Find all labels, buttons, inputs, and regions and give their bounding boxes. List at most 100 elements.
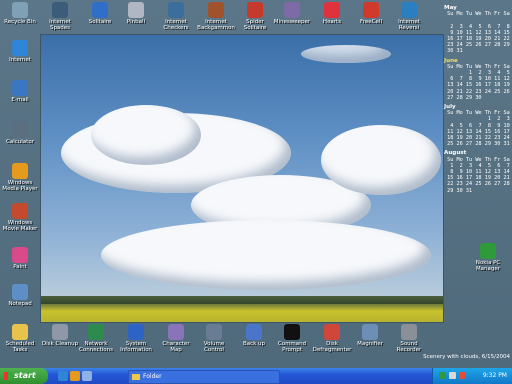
recycle-bin-icon — [12, 2, 28, 18]
magnifier-shortcut[interactable]: Magnifier — [350, 324, 390, 347]
reversi-shortcut[interactable]: Internet Reversi — [389, 2, 429, 31]
shortcut-label: Volume Control — [203, 341, 225, 353]
calendar-day — [500, 48, 509, 54]
system-info-shortcut[interactable]: System Information — [116, 324, 156, 353]
shortcut-label: Paint — [13, 264, 27, 270]
calendar-month: May Su Mo Tu We Th Fr Sa 2 3 4 5 6 7 8 9 10 11 12 13 14 15 16… — [444, 5, 510, 55]
scheduled-tasks-shortcut[interactable]: Scheduled Tasks — [0, 324, 40, 353]
calendar-day: 28 — [456, 94, 463, 101]
minesweeper-icon — [284, 2, 300, 18]
pinball-icon — [128, 2, 144, 18]
media-player-quicklaunch-icon[interactable] — [70, 371, 80, 381]
calendar-day: 27 — [447, 94, 454, 101]
internet-explorer-icon — [12, 40, 28, 56]
email-shortcut[interactable]: E-mail — [0, 80, 40, 103]
defragmenter-icon — [324, 324, 340, 340]
cloud — [91, 105, 201, 165]
folder-icon — [132, 374, 140, 380]
shortcut-label: Minesweeper — [273, 19, 311, 25]
movie-maker-icon — [12, 203, 28, 219]
start-button[interactable]: start — [0, 368, 48, 384]
windows-flag-icon — [4, 372, 12, 380]
ie-quicklaunch-icon[interactable] — [58, 371, 68, 381]
command-prompt-shortcut[interactable]: Command Prompt — [272, 324, 312, 353]
calendar-week-row: 30 31 — [444, 48, 510, 54]
calculator-shortcut[interactable]: Calculator — [0, 122, 40, 145]
calendar-day: 31 — [503, 141, 510, 148]
network-icon — [88, 324, 104, 340]
calendar-day: 26 — [456, 141, 463, 148]
clock[interactable]: 9:32 PM — [483, 368, 507, 384]
shortcut-label: System Information — [120, 341, 152, 353]
desktop-calendar: May Su Mo Tu We Th Fr Sa 2 3 4 5 6 7 8 9 10 11 12 13 14 15 16… — [444, 2, 510, 194]
cloud — [101, 220, 431, 290]
calendar-month: August Su Mo Tu We Th Fr Sa 1 2 3 4 5 6 7 8 9 10 11 12 13 14 1… — [444, 150, 510, 193]
character-map-shortcut[interactable]: Character Map — [156, 324, 196, 353]
calendar-day — [463, 48, 472, 54]
shortcut-label: Windows Media Player — [2, 180, 38, 192]
shortcut-label: Character Map — [162, 341, 190, 353]
email-icon — [12, 80, 28, 96]
calendar-day: 30 — [494, 141, 501, 148]
command-prompt-icon — [284, 324, 300, 340]
nokia-pc-manager-shortcut[interactable]: Nokia PC Manager — [468, 243, 508, 272]
movie-maker-shortcut[interactable]: Windows Movie Maker — [0, 203, 40, 232]
calendar-day: 28 — [475, 141, 482, 148]
paint-icon — [12, 247, 28, 263]
solitaire-icon — [92, 2, 108, 18]
show-desktop-icon[interactable] — [82, 371, 92, 381]
calendar-day — [500, 188, 509, 194]
paint-shortcut[interactable]: Paint — [0, 247, 40, 270]
shortcut-label: Disk Cleanup — [41, 341, 79, 347]
pinball-shortcut[interactable]: Pinball — [116, 2, 156, 25]
shortcut-label: Back up — [242, 341, 266, 347]
security-tray-icon[interactable] — [459, 372, 466, 379]
sound-recorder-icon — [401, 324, 417, 340]
calendar-day: 30 — [475, 94, 482, 101]
notepad-shortcut[interactable]: Notepad — [0, 284, 40, 307]
shortcut-label: Solitaire — [88, 19, 112, 25]
checkers-shortcut[interactable]: Internet Checkers — [156, 2, 196, 31]
shortcut-label: Recycle Bin — [4, 19, 36, 25]
hearts-shortcut[interactable]: Hearts — [312, 2, 352, 25]
spades-shortcut[interactable]: Internet Spades — [40, 2, 80, 31]
backgammon-icon — [208, 2, 224, 18]
calculator-icon — [12, 122, 28, 138]
internet-explorer-shortcut[interactable]: Internet — [0, 40, 40, 63]
volume-tray-icon[interactable] — [449, 372, 456, 379]
solitaire-shortcut[interactable]: Solitaire — [80, 2, 120, 25]
calendar-day — [472, 188, 481, 194]
shortcut-label: Windows Movie Maker — [2, 220, 38, 232]
minesweeper-shortcut[interactable]: Minesweeper — [272, 2, 312, 25]
defragmenter-shortcut[interactable]: Disk Defragmenter — [312, 324, 352, 353]
backup-shortcut[interactable]: Back up — [234, 324, 274, 347]
nokia-pc-manager-icon — [480, 243, 496, 259]
calendar-day: 30 — [447, 48, 454, 55]
volume-shortcut[interactable]: Volume Control — [194, 324, 234, 353]
calendar-day: 29 — [447, 187, 454, 194]
disk-cleanup-icon — [52, 324, 68, 340]
taskbar-window-folder[interactable]: Folder — [128, 370, 280, 384]
sound-recorder-shortcut[interactable]: Sound Recorder — [389, 324, 429, 353]
calendar-day: 25 — [447, 141, 454, 148]
calendar-day — [482, 95, 491, 101]
backup-icon — [246, 324, 262, 340]
spider-shortcut[interactable]: Spider Solitaire — [235, 2, 275, 31]
network-shortcut[interactable]: Network Connections — [76, 324, 116, 353]
disk-cleanup-shortcut[interactable]: Disk Cleanup — [40, 324, 80, 347]
recycle-bin-shortcut[interactable]: Recycle Bin — [0, 2, 40, 25]
calendar-day: 31 — [465, 187, 473, 194]
cloud — [301, 45, 391, 63]
backgammon-shortcut[interactable]: Internet Backgammon — [196, 2, 236, 31]
shortcut-label: Sound Recorder — [396, 341, 422, 353]
freecell-shortcut[interactable]: FreeCell — [351, 2, 391, 25]
calendar-month: June Su Mo Tu We Th Fr Sa 1 2 3 4 5 6 7 8 9 10 11 12 13 14 15… — [444, 58, 510, 101]
calendar-day: 27 — [465, 141, 473, 148]
calendar-day — [482, 188, 491, 194]
media-player-icon — [12, 163, 28, 179]
spider-icon — [247, 2, 263, 18]
calendar-day — [491, 188, 500, 194]
calendar-day: 31 — [456, 48, 463, 55]
media-player-shortcut[interactable]: Windows Media Player — [0, 163, 40, 192]
network-tray-icon[interactable] — [439, 372, 446, 379]
